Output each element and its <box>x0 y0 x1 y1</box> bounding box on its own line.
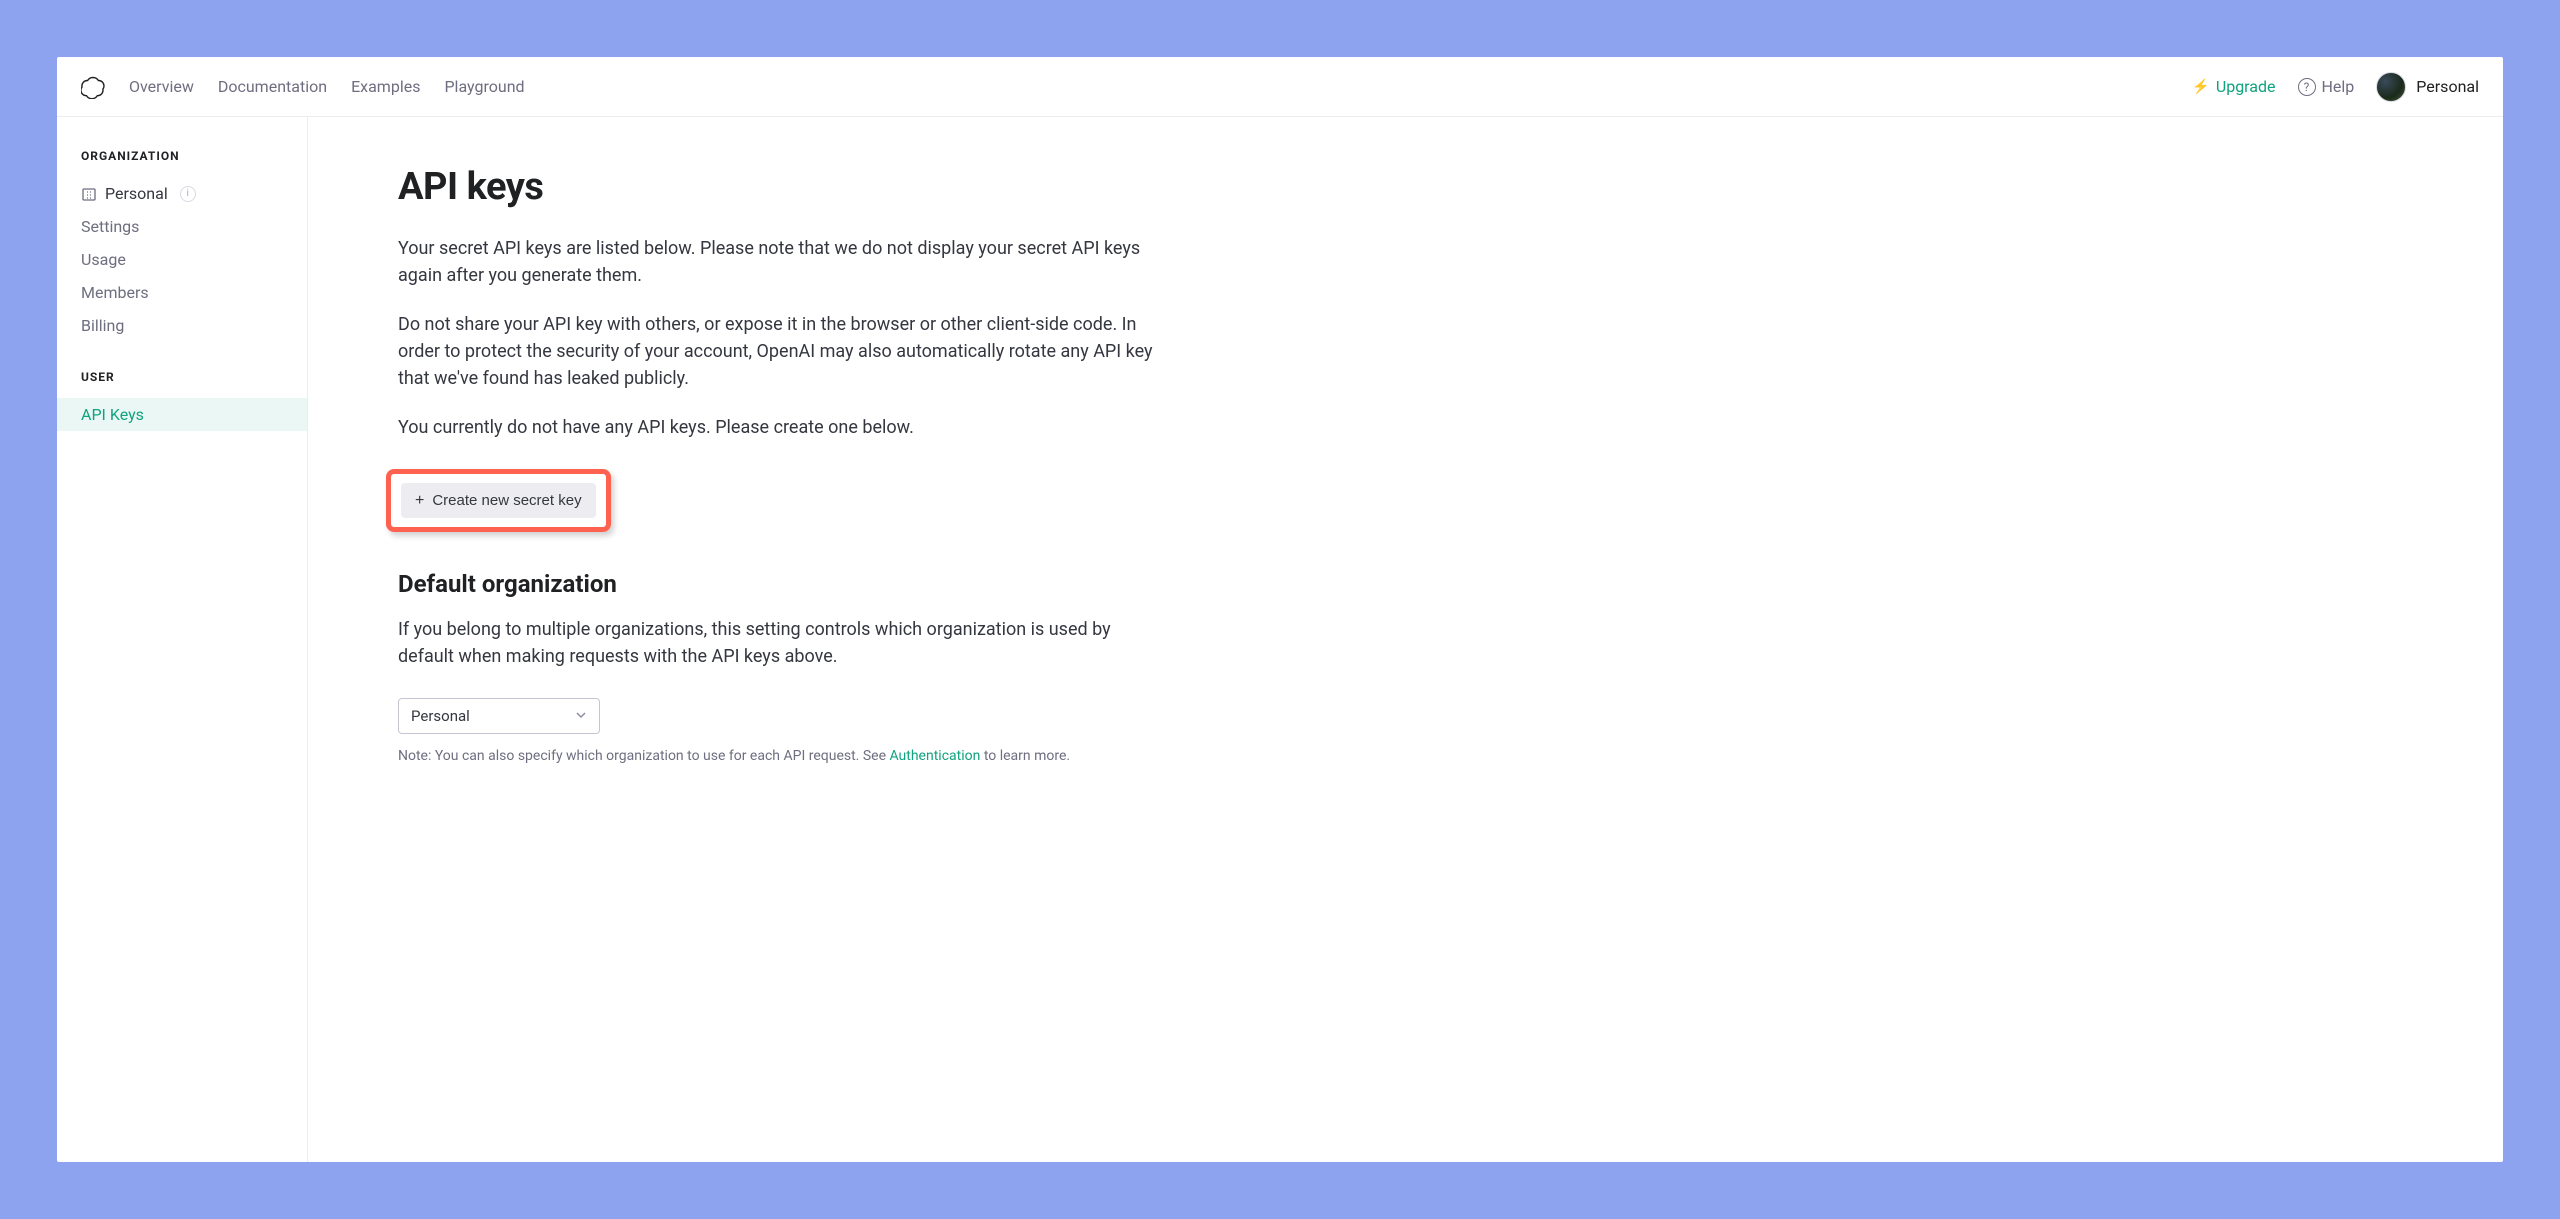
nav-overview[interactable]: Overview <box>129 77 194 96</box>
building-icon <box>81 186 97 202</box>
upgrade-label: Upgrade <box>2216 77 2276 96</box>
plus-icon: + <box>415 493 424 509</box>
intro-paragraph-1: Your secret API keys are listed below. P… <box>398 235 1158 289</box>
sidebar-item-members[interactable]: Members <box>57 276 307 309</box>
org-select-value: Personal <box>411 707 470 725</box>
account-label: Personal <box>2416 77 2479 96</box>
avatar-icon <box>2376 72 2406 102</box>
sidebar-item-usage[interactable]: Usage <box>57 243 307 276</box>
page-title: API keys <box>398 165 2503 209</box>
sidebar-user-heading: USER <box>57 370 307 398</box>
sidebar-org-heading: ORGANIZATION <box>57 149 307 177</box>
upgrade-link[interactable]: ⚡ Upgrade <box>2192 77 2275 96</box>
sidebar-org-name: Personal <box>105 184 168 203</box>
default-org-description: If you belong to multiple organizations,… <box>398 616 1158 670</box>
body: ORGANIZATION Personal i Settings Usage M… <box>57 117 2503 1162</box>
create-button-label: Create new secret key <box>432 492 581 509</box>
help-label: Help <box>2322 77 2355 96</box>
create-secret-key-button[interactable]: + Create new secret key <box>401 483 596 518</box>
help-icon: ? <box>2298 78 2316 96</box>
sidebar-org-selector[interactable]: Personal i <box>57 177 307 210</box>
sidebar: ORGANIZATION Personal i Settings Usage M… <box>57 117 308 1162</box>
account-menu[interactable]: Personal <box>2376 72 2479 102</box>
default-org-heading: Default organization <box>398 570 2503 598</box>
main-content: API keys Your secret API keys are listed… <box>308 117 2503 1162</box>
openai-logo-icon[interactable] <box>81 75 105 99</box>
top-nav: Overview Documentation Examples Playgrou… <box>57 57 2503 117</box>
default-org-select[interactable]: Personal <box>398 698 600 734</box>
nav-examples[interactable]: Examples <box>351 77 420 96</box>
nav-links: Overview Documentation Examples Playgrou… <box>129 77 525 96</box>
intro-paragraph-3: You currently do not have any API keys. … <box>398 414 1158 441</box>
sidebar-item-api-keys[interactable]: API Keys <box>57 398 307 431</box>
annotation-highlight: + Create new secret key <box>386 469 611 532</box>
sidebar-item-billing[interactable]: Billing <box>57 309 307 342</box>
authentication-link[interactable]: Authentication <box>889 748 980 764</box>
chevron-down-icon <box>575 707 587 725</box>
info-icon[interactable]: i <box>180 186 196 202</box>
bolt-icon: ⚡ <box>2192 79 2209 95</box>
nav-playground[interactable]: Playground <box>444 77 524 96</box>
help-link[interactable]: ? Help <box>2298 77 2355 96</box>
nav-right: ⚡ Upgrade ? Help Personal <box>2192 72 2479 102</box>
intro-paragraph-2: Do not share your API key with others, o… <box>398 311 1158 392</box>
note-text: Note: You can also specify which organiz… <box>398 748 1158 764</box>
app-window: Overview Documentation Examples Playgrou… <box>57 57 2503 1162</box>
sidebar-item-settings[interactable]: Settings <box>57 210 307 243</box>
nav-documentation[interactable]: Documentation <box>218 77 327 96</box>
